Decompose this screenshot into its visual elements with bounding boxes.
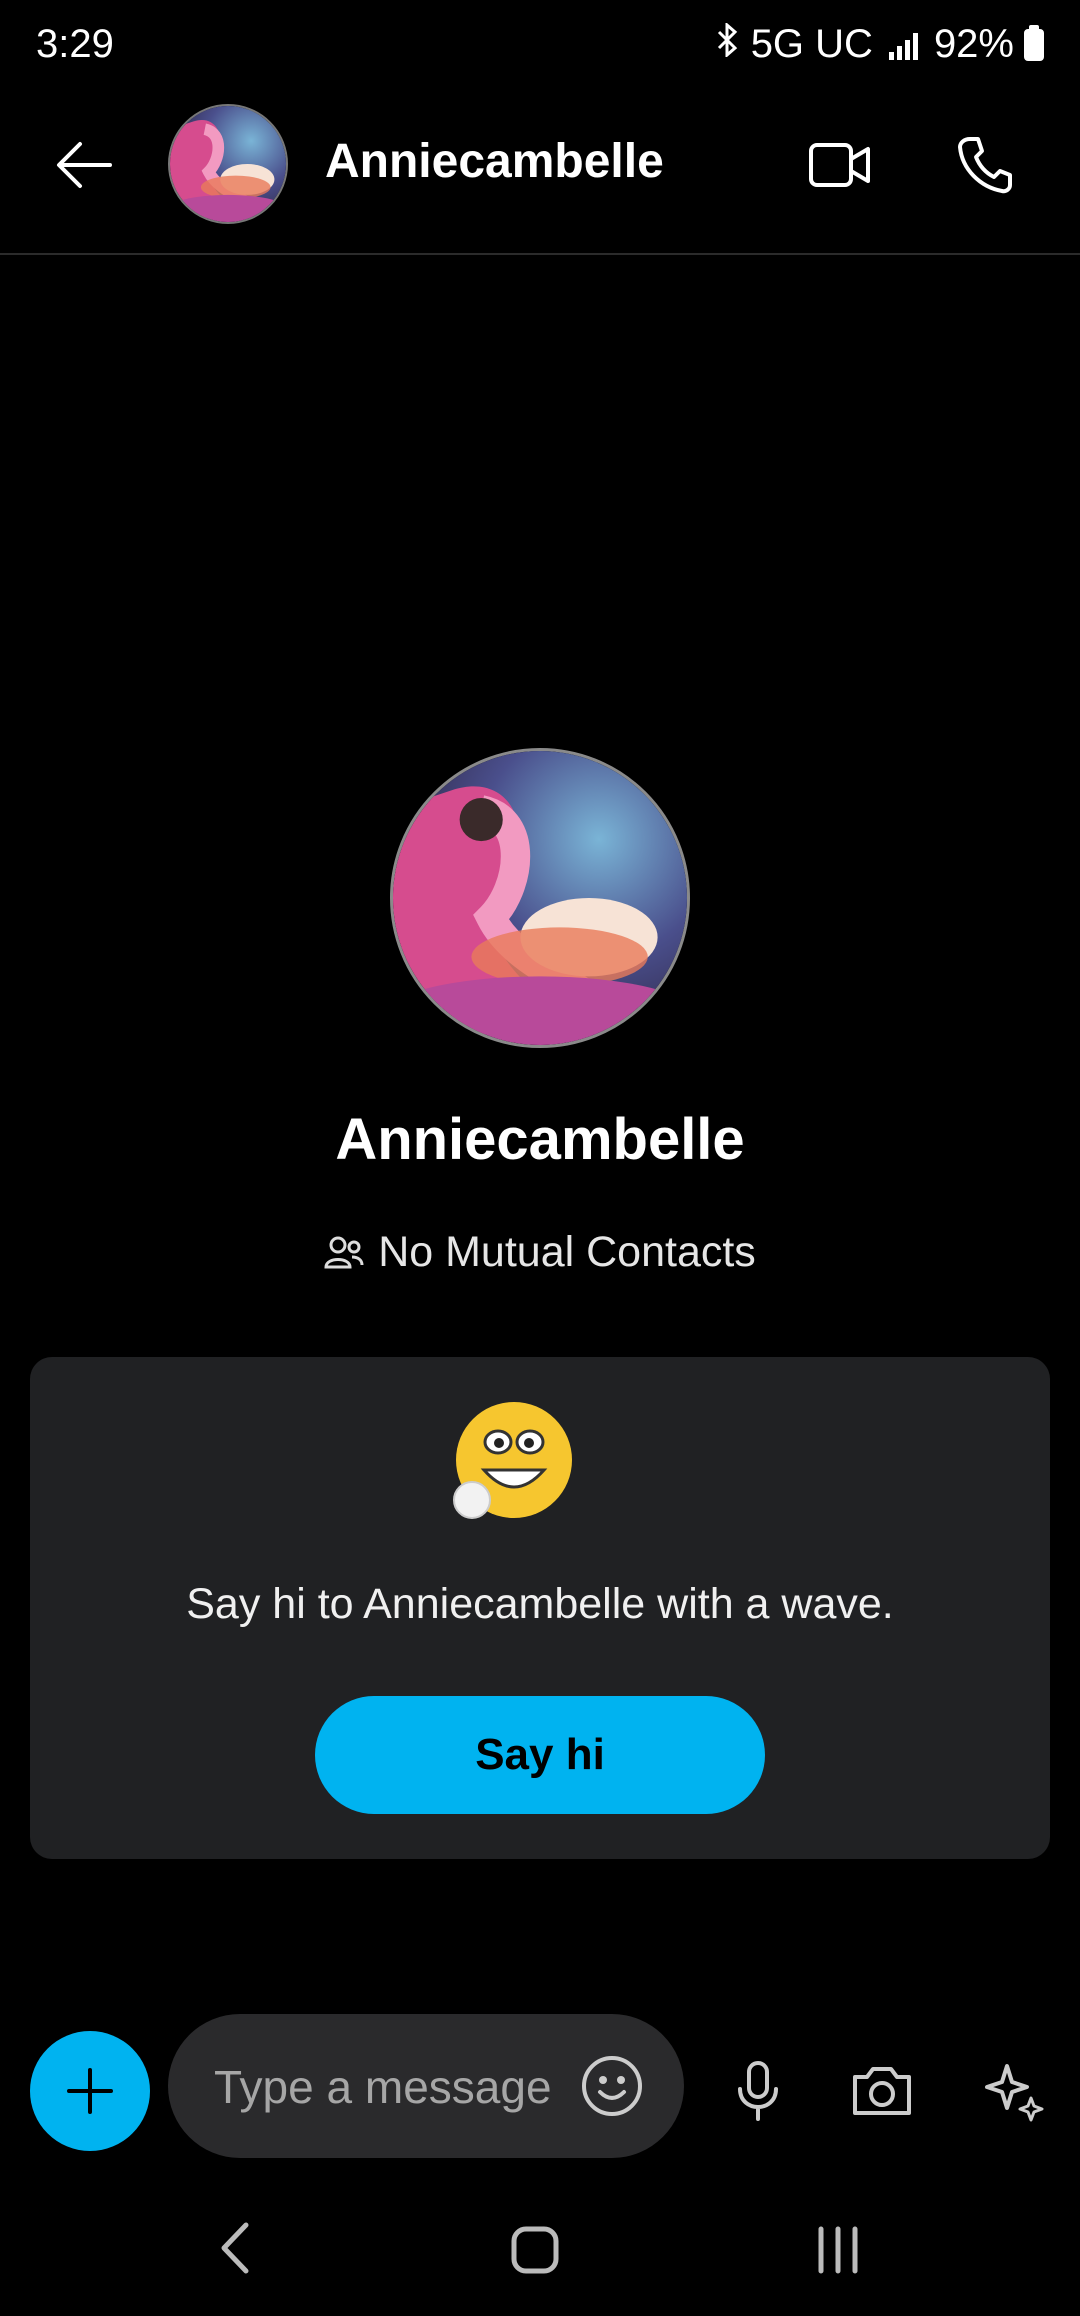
back-button[interactable] xyxy=(44,125,124,205)
plus-icon xyxy=(67,2068,113,2114)
emoji-button[interactable] xyxy=(578,2052,646,2120)
say-hi-button[interactable]: Say hi xyxy=(315,1696,765,1814)
sparkle-icon xyxy=(985,2064,1044,2122)
video-call-icon xyxy=(809,143,870,187)
nav-home-button[interactable] xyxy=(505,2220,565,2280)
network-label: 5G UC xyxy=(750,22,873,66)
nav-back-button[interactable] xyxy=(210,2218,260,2278)
microphone-icon xyxy=(738,2061,778,2121)
phone-call-button[interactable] xyxy=(944,125,1024,205)
back-arrow-icon xyxy=(57,142,112,188)
nav-recents-icon xyxy=(818,2226,858,2274)
header-avatar[interactable] xyxy=(168,104,288,224)
header-contact-name[interactable]: Anniecambelle xyxy=(325,134,664,189)
phone-call-icon xyxy=(958,137,1012,194)
camera-button[interactable] xyxy=(846,2057,918,2125)
header-divider xyxy=(0,253,1080,255)
video-call-button[interactable] xyxy=(800,125,880,205)
emoji-icon xyxy=(582,2056,642,2116)
signal-icon xyxy=(888,30,918,60)
camera-icon xyxy=(853,2067,911,2115)
nav-recents-button[interactable] xyxy=(808,2220,868,2280)
microphone-button[interactable] xyxy=(724,2057,792,2125)
wave-emoji-icon xyxy=(448,1400,574,1526)
wave-message: Say hi to Anniecambelle with a wave. xyxy=(186,1580,894,1628)
message-placeholder[interactable]: Type a message xyxy=(214,2060,552,2114)
ai-sparkle-button[interactable] xyxy=(980,2057,1050,2127)
profile-avatar[interactable] xyxy=(390,748,690,1048)
battery-icon xyxy=(1024,24,1044,61)
profile-name: Anniecambelle xyxy=(335,1107,745,1172)
nav-home-icon xyxy=(511,2226,559,2274)
mutual-contacts-label: No Mutual Contacts xyxy=(378,1228,756,1276)
battery-label: 92% xyxy=(933,22,1014,66)
mutual-contacts: No Mutual Contacts xyxy=(0,1228,1080,1277)
status-icons: 5G UC 92% xyxy=(715,21,1044,67)
contacts-icon xyxy=(324,1236,364,1268)
status-time: 3:29 xyxy=(36,22,114,66)
add-attachment-button[interactable] xyxy=(30,2031,150,2151)
bluetooth-icon xyxy=(715,21,741,67)
nav-back-icon xyxy=(221,2222,249,2274)
